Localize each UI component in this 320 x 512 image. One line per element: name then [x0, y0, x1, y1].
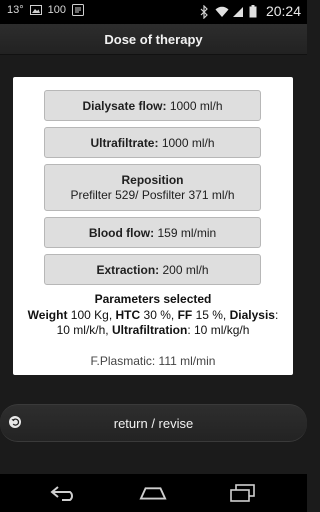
- undo-icon: [9, 416, 21, 428]
- dialysate-flow-value: 1000 ml/h: [169, 98, 223, 113]
- ff-value: 15 %,: [195, 308, 227, 322]
- page-title: Dose of therapy: [104, 31, 203, 47]
- notification-icon: [72, 4, 84, 16]
- battery-icon: [249, 5, 261, 18]
- reposition-button[interactable]: Reposition Prefilter 529/ Posfilter 371 …: [44, 164, 261, 211]
- signal-icon: [232, 5, 244, 17]
- home-icon[interactable]: [139, 483, 167, 503]
- plasmatic-text: F.Plasmatic: 111 ml/min: [90, 354, 216, 368]
- htc-label: HTC: [115, 308, 141, 322]
- ultrafiltrate-value: 1000 ml/h: [161, 135, 215, 150]
- extraction-value: 200 ml/h: [162, 262, 209, 277]
- clock-text: 20:24: [265, 3, 301, 19]
- return-revise-label: return / revise: [113, 415, 194, 431]
- bluetooth-muted-icon: [198, 4, 210, 20]
- dialysis-colon: :: [274, 308, 279, 322]
- blood-flow-value: 159 ml/min: [157, 225, 217, 240]
- navigation-bar: [0, 474, 307, 512]
- ultrafiltrate-button[interactable]: Ultrafiltrate: 1000 ml/h: [44, 127, 261, 158]
- return-revise-button[interactable]: return / revise: [0, 404, 307, 442]
- reposition-label: Reposition: [121, 172, 184, 187]
- weight-value: 100 Kg,: [70, 308, 113, 322]
- ff-label: FF: [177, 308, 193, 322]
- temperature-text: 13°: [7, 4, 24, 16]
- dialysate-flow-button[interactable]: Dialysate flow: 1000 ml/h: [44, 90, 261, 121]
- parameters-title: Parameters selected: [94, 292, 212, 306]
- back-icon[interactable]: [50, 483, 78, 503]
- extraction-label: Extraction:: [96, 262, 160, 277]
- dialysis-label: Dialysis: [229, 308, 275, 322]
- parameters-line-2: 10 ml/k/h, Ultrafiltration: 10 ml/kg/h: [13, 323, 293, 337]
- title-bar: Dose of therapy: [0, 24, 307, 55]
- htc-value: 30 %,: [143, 308, 175, 322]
- status-bar: 13° 100 20:24: [0, 0, 307, 24]
- extraction-button[interactable]: Extraction: 200 ml/h: [44, 254, 261, 285]
- ultrafiltration-label: Ultrafiltration: [112, 323, 188, 337]
- reposition-value: Prefilter 529/ Posfilter 371 ml/h: [70, 187, 235, 202]
- ultrafiltrate-label: Ultrafiltrate:: [90, 135, 159, 150]
- ultrafiltration-value: : 10 ml/kg/h: [187, 323, 250, 337]
- results-card: Dialysate flow: 1000 ml/h Ultrafiltrate:…: [13, 77, 293, 375]
- recent-apps-icon[interactable]: [229, 483, 257, 503]
- dialysate-flow-label: Dialysate flow:: [82, 98, 167, 113]
- battery-percent-text: 100: [47, 4, 66, 16]
- wifi-icon: [215, 5, 229, 17]
- image-icon: [29, 4, 42, 16]
- weight-label: Weight: [27, 308, 68, 322]
- dialysis-value: 10 ml/k/h,: [56, 323, 109, 337]
- parameters-line-1: Weight 100 Kg, HTC 30 %, FF 15 %, Dialys…: [13, 308, 293, 322]
- blood-flow-label: Blood flow:: [88, 225, 155, 240]
- blood-flow-button[interactable]: Blood flow: 159 ml/min: [44, 217, 261, 248]
